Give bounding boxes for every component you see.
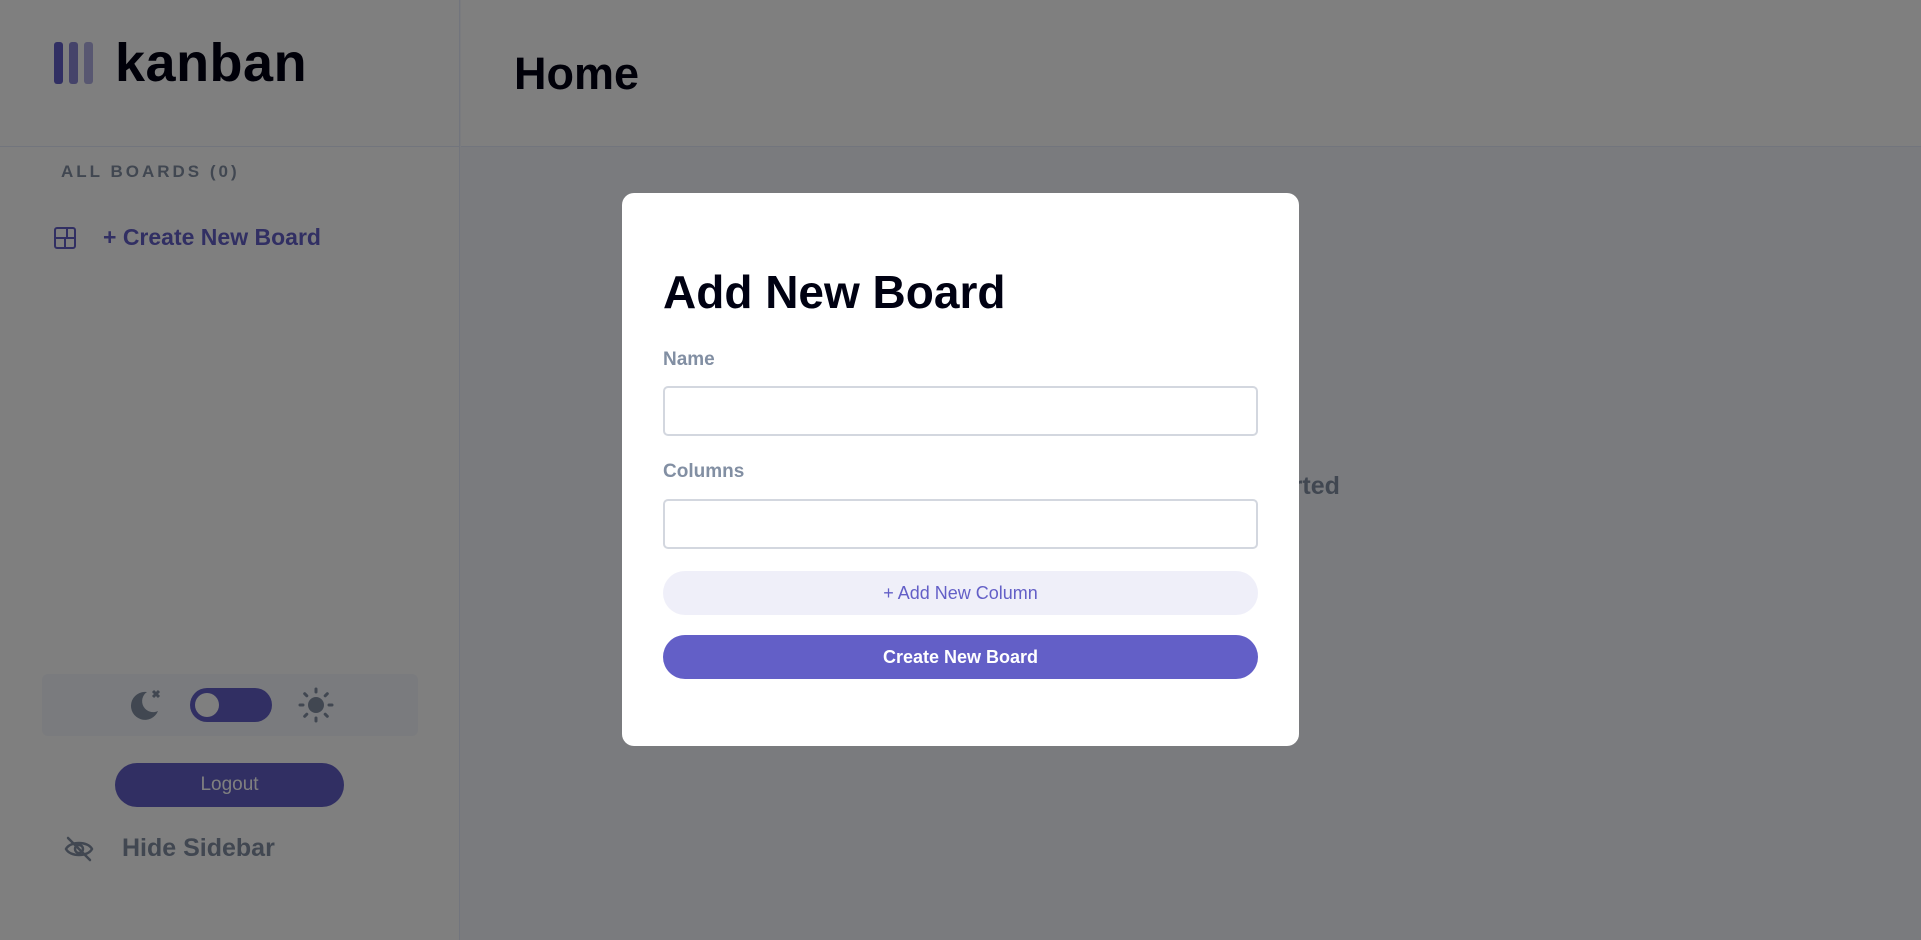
create-new-board-button[interactable]: Create New Board	[663, 635, 1258, 679]
modal-title: Add New Board	[663, 266, 1006, 318]
add-new-column-button[interactable]: + Add New Column	[663, 571, 1258, 615]
add-new-board-modal: Add New Board Name Columns + Add New Col…	[622, 193, 1299, 746]
name-label: Name	[663, 349, 715, 370]
column-name-input[interactable]	[663, 499, 1258, 549]
board-name-input[interactable]	[663, 386, 1258, 436]
columns-label: Columns	[663, 461, 745, 482]
